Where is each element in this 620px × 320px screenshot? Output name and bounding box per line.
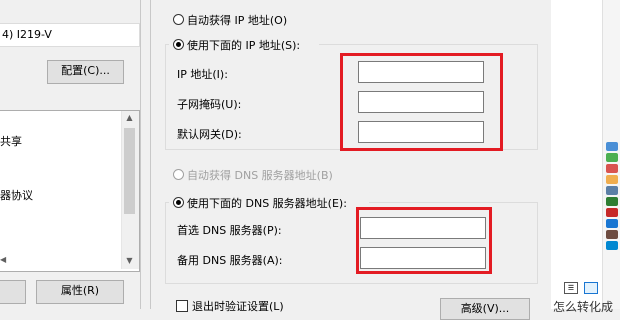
sidebar-app-icon[interactable] (606, 164, 618, 173)
preferred-dns-label: 首选 DNS 服务器(P): (177, 224, 282, 237)
sidebar-app-icon[interactable] (606, 186, 618, 195)
validate-settings-label[interactable]: 退出时验证设置(L) (192, 298, 284, 314)
ip-address-label: IP 地址(I): (177, 68, 228, 81)
sidebar-app-icon[interactable] (606, 153, 618, 162)
scroll-thumb[interactable] (124, 128, 135, 214)
dns-highlight-box (356, 207, 492, 274)
manual-dns-radio[interactable] (173, 197, 184, 208)
auto-dns-label: 自动获得 DNS 服务器地址(B) (187, 169, 333, 182)
list-item[interactable]: 器协议 (0, 187, 33, 203)
ip-highlight-box (340, 53, 503, 151)
manual-ip-label[interactable]: 使用下面的 IP 地址(S): (187, 37, 300, 53)
sidebar-icon-column (606, 142, 618, 252)
alternate-dns-label: 备用 DNS 服务器(A): (177, 254, 283, 267)
auto-dns-radio (173, 169, 184, 180)
auto-ip-radio[interactable] (173, 14, 184, 25)
advanced-button[interactable]: 高级(V)... (440, 298, 530, 320)
validate-settings-checkbox[interactable] (176, 300, 188, 312)
scroll-left-icon[interactable]: ◀ (0, 254, 10, 266)
scroll-down-icon[interactable]: ▼ (124, 256, 135, 266)
list-item[interactable]: 共享 (0, 133, 22, 149)
default-gateway-label: 默认网关(D): (177, 128, 242, 141)
properties-button[interactable]: 属性(R) (36, 280, 124, 304)
manual-ip-radio[interactable] (173, 39, 184, 50)
auto-ip-label[interactable]: 自动获得 IP 地址(O) (187, 12, 287, 28)
sidebar-app-icon[interactable] (606, 175, 618, 184)
manual-dns-label[interactable]: 使用下面的 DNS 服务器地址(E): (187, 195, 347, 211)
sidebar-app-icon[interactable] (606, 208, 618, 217)
scroll-up-icon[interactable]: ▲ (124, 113, 135, 123)
sidebar-app-icon[interactable] (606, 142, 618, 151)
uninstall-button-partial[interactable] (0, 280, 26, 304)
bottom-text: 怎么转化成 (553, 300, 614, 314)
sidebar-app-icon[interactable] (606, 241, 618, 250)
sidebar-app-icon[interactable] (606, 197, 618, 206)
configure-button[interactable]: 配置(C)... (47, 60, 124, 84)
subnet-mask-label: 子网掩码(U): (177, 98, 242, 111)
list-view-icon[interactable]: ☰ (564, 282, 578, 294)
image-view-icon[interactable] (584, 282, 598, 294)
adapter-name: 4) I219-V (2, 28, 52, 41)
adapter-properties-dialog: 4) I219-V 配置(C)... 共享 器协议 ▲ ▼ ◀ 属性(R) (0, 0, 141, 309)
sidebar-app-icon[interactable] (606, 219, 618, 228)
sidebar-app-icon[interactable] (606, 230, 618, 239)
